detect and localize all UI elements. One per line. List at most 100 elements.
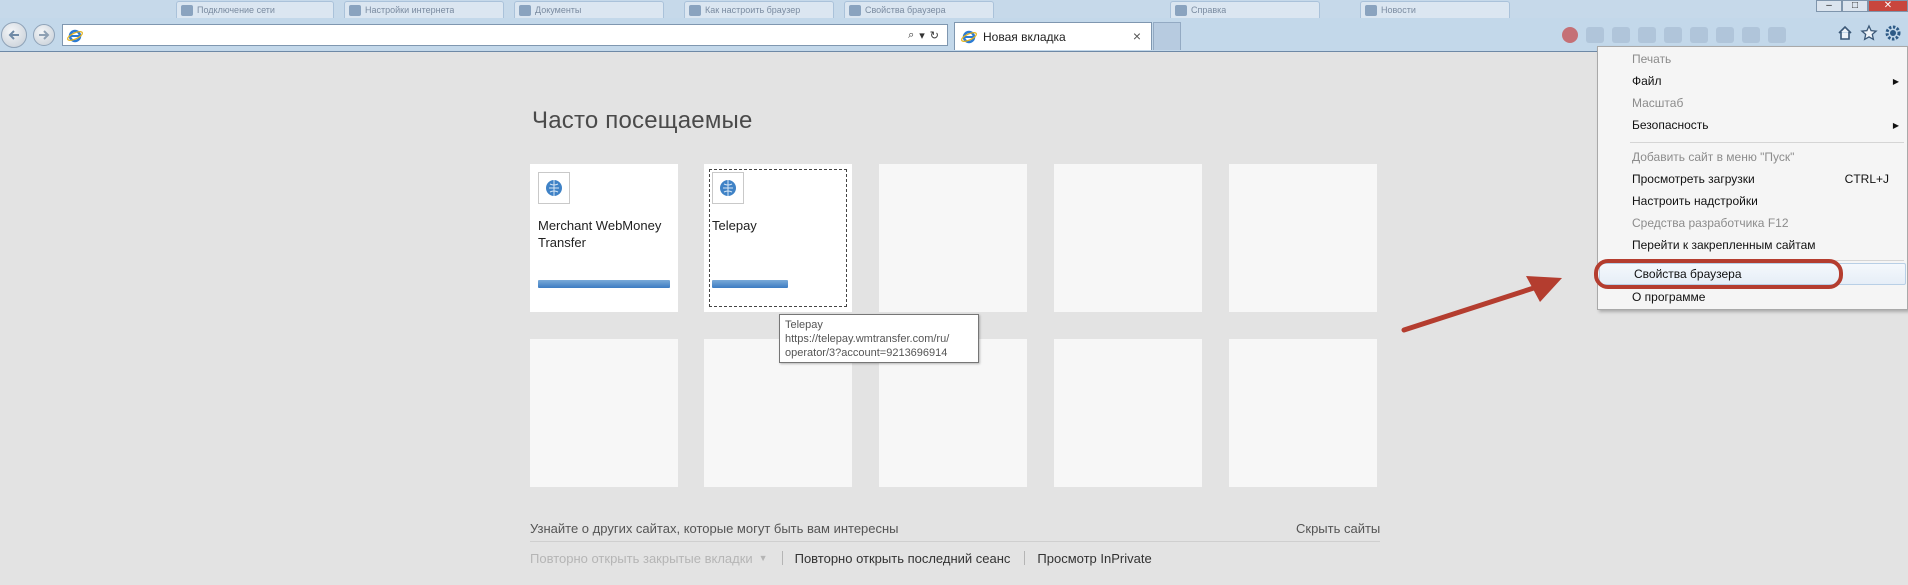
search-icon[interactable]: ⌕ (908, 29, 914, 42)
address-bar[interactable]: ⌕ ▾ ↻ (62, 24, 948, 46)
menu-item-shortcut: CTRL+J (1844, 172, 1889, 186)
ie-logo-icon (961, 30, 977, 43)
tab-label: Настройки интернета (365, 5, 455, 15)
tooltip-url: operator/3?account=9213696914 (785, 347, 948, 359)
site-tile-merchant-webmoney[interactable]: Merchant WebMoney Transfer (530, 164, 678, 312)
extension-icon[interactable] (1638, 27, 1656, 43)
favicon-icon (849, 4, 861, 16)
tile-tooltip: Telepay https://telepay.wmtransfer.com/r… (779, 314, 979, 363)
favicon-icon (519, 4, 531, 16)
menu-item-label: Печать (1632, 52, 1672, 66)
site-tile-telepay[interactable]: Telepay (704, 164, 852, 312)
menu-item-label: Перейти к закрепленным сайтам (1632, 238, 1816, 252)
menu-item-manage-addons[interactable]: Настроить надстройки (1598, 190, 1907, 212)
chevron-down-icon[interactable]: ▼ (759, 553, 768, 563)
empty-site-tile[interactable] (530, 339, 678, 487)
divider (781, 551, 783, 565)
address-input[interactable] (85, 27, 935, 43)
minimize-button[interactable]: – (1816, 0, 1842, 12)
menu-item-add-to-start[interactable]: Добавить сайт в меню "Пуск" (1598, 146, 1907, 168)
site-favicon (538, 172, 570, 204)
tab-label: Как настроить браузер (705, 5, 801, 15)
usage-bar (538, 280, 670, 288)
background-tab[interactable]: Настройки интернета (344, 1, 504, 18)
menu-item-pinned-sites[interactable]: Перейти к закрепленным сайтам (1598, 234, 1907, 256)
page-title: Часто посещаемые (532, 107, 753, 134)
close-tab-icon[interactable]: × (1129, 28, 1145, 45)
background-tab[interactable]: Документы (514, 1, 664, 18)
menu-item-label: Просмотреть загрузки (1632, 172, 1755, 186)
arrow-right-icon (39, 30, 50, 40)
command-icons (1836, 24, 1902, 42)
tab-label: Справка (1191, 5, 1227, 15)
extension-icon[interactable] (1768, 27, 1786, 43)
home-icon[interactable] (1836, 24, 1854, 42)
divider (1024, 551, 1026, 565)
submenu-arrow-icon: ▶ (1892, 120, 1899, 130)
forward-button[interactable] (33, 24, 55, 46)
reopen-closed-tabs-link[interactable]: Повторно открыть закрытые вкладки (530, 551, 753, 566)
extension-icon[interactable] (1664, 27, 1682, 43)
extension-icon[interactable] (1742, 27, 1760, 43)
refresh-icon[interactable]: ↻ (930, 29, 939, 42)
menu-item-zoom[interactable]: Масштаб (1598, 92, 1907, 114)
site-tile-name: Merchant WebMoney Transfer (538, 218, 662, 250)
tab-label: Новая вкладка (983, 29, 1066, 44)
star-icon[interactable] (1860, 24, 1878, 42)
reopen-last-session-link[interactable]: Повторно открыть последний сеанс (795, 551, 1011, 566)
tab-strip: Подключение сети Настройки интернета Док… (0, 0, 1908, 18)
background-tab[interactable]: Новости (1360, 1, 1510, 18)
maximize-button[interactable]: □ (1842, 0, 1868, 12)
favicon-icon (1365, 4, 1377, 16)
tab-label: Документы (535, 5, 582, 15)
background-tab[interactable]: Справка (1170, 1, 1320, 18)
empty-site-tile[interactable] (1054, 164, 1202, 312)
extension-icon[interactable] (1690, 27, 1708, 43)
extension-icon[interactable] (1612, 27, 1630, 43)
menu-item-about[interactable]: О программе (1598, 286, 1907, 308)
toolbar-icons (1562, 22, 1786, 48)
menu-item-label: Добавить сайт в меню "Пуск" (1632, 150, 1795, 164)
background-tab[interactable]: Как настроить браузер (684, 1, 834, 18)
tab-label: Свойства браузера (865, 5, 946, 15)
globe-icon (546, 180, 562, 196)
stop-icon[interactable] (1562, 27, 1578, 43)
chevron-down-icon[interactable]: ▾ (919, 29, 925, 42)
hide-sites-link[interactable]: Скрыть сайты (1296, 521, 1380, 536)
suggested-sites-link[interactable]: Узнайте о других сайтах, которые могут б… (530, 521, 899, 536)
annotation-highlight-oval (1594, 259, 1843, 289)
tab-new-tab[interactable]: Новая вкладка × (954, 22, 1152, 50)
menu-item-print[interactable]: Печать (1598, 48, 1907, 70)
tab-label: Подключение сети (197, 5, 275, 15)
menu-item-view-downloads[interactable]: Просмотреть загрузки CTRL+J (1598, 168, 1907, 190)
gear-icon[interactable] (1884, 24, 1902, 42)
empty-site-tile[interactable] (1229, 339, 1377, 487)
annotation-arrow-icon (1401, 276, 1562, 333)
back-button[interactable] (1, 22, 27, 48)
empty-site-tile[interactable] (1054, 339, 1202, 487)
favicon-icon (1175, 4, 1187, 16)
tooltip-title: Telepay (785, 319, 823, 331)
favicon-icon (181, 4, 193, 16)
background-tab[interactable]: Свойства браузера (844, 1, 994, 18)
menu-item-label: Средства разработчика F12 (1632, 216, 1789, 230)
extension-icon[interactable] (1586, 27, 1604, 43)
menu-item-file[interactable]: Файл ▶ (1598, 70, 1907, 92)
arrow-left-icon (8, 30, 19, 40)
menu-item-label: Масштаб (1632, 96, 1684, 110)
bottom-links: Повторно открыть закрытые вкладки ▼ Повт… (530, 549, 1152, 567)
favicon-icon (349, 4, 361, 16)
background-tab[interactable]: Подключение сети (176, 1, 334, 18)
menu-item-label: Файл (1632, 74, 1662, 88)
menu-item-safety[interactable]: Безопасность ▶ (1598, 114, 1907, 136)
tooltip-url: https://telepay.wmtransfer.com/ru/ (785, 333, 950, 345)
menu-item-developer-tools[interactable]: Средства разработчика F12 (1598, 212, 1907, 234)
inprivate-link[interactable]: Просмотр InPrivate (1037, 551, 1151, 566)
close-window-button[interactable]: ✕ (1868, 0, 1908, 12)
empty-site-tile[interactable] (1229, 164, 1377, 312)
extension-icon[interactable] (1716, 27, 1734, 43)
empty-site-tile[interactable] (879, 164, 1027, 312)
ie-logo-icon (67, 29, 83, 43)
new-tab-button[interactable] (1153, 22, 1181, 50)
menu-item-label: Настроить надстройки (1632, 194, 1758, 208)
